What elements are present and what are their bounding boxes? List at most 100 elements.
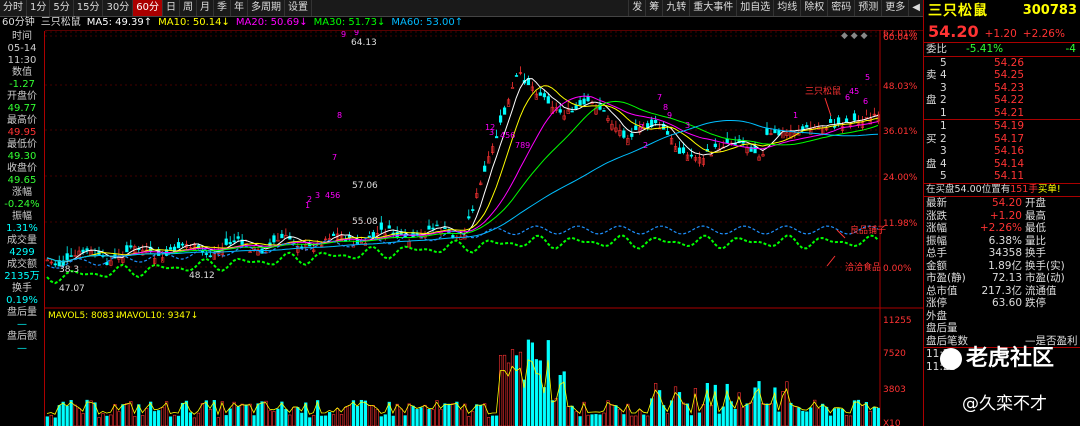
volume-bar bbox=[856, 399, 861, 426]
count-label: 3 bbox=[489, 128, 494, 137]
candle bbox=[570, 110, 574, 113]
volume-bar bbox=[836, 408, 841, 426]
book-level: 5 bbox=[940, 56, 947, 69]
tool-button-1[interactable]: 筹 bbox=[645, 0, 662, 16]
candle bbox=[248, 251, 252, 253]
tool-button-9[interactable]: 更多 bbox=[881, 0, 908, 16]
stat-label: 涨幅 bbox=[926, 222, 947, 234]
stat-label2: 最高 bbox=[1025, 209, 1046, 222]
book-level: 2 bbox=[940, 132, 947, 145]
volume-bar bbox=[419, 407, 423, 426]
tool-button-2[interactable]: 九转 bbox=[662, 0, 689, 16]
candle bbox=[45, 259, 49, 262]
volume-bar bbox=[53, 417, 57, 426]
info-label-6: 振幅 bbox=[12, 211, 32, 222]
candle bbox=[236, 236, 240, 239]
buy-book: 1 54.19 买 2 54.17 3 54.16 盘 4 54.14 5 54.11 bbox=[924, 120, 1080, 184]
info-label-7: 成交量 bbox=[7, 235, 37, 246]
period-tab-6[interactable]: 日 bbox=[163, 0, 180, 16]
stat-value: +2.26% bbox=[979, 222, 1022, 234]
info-label-4: 收盘价 bbox=[7, 163, 37, 174]
volume-bar bbox=[721, 406, 725, 426]
stat-row: 振幅 6.38% 量比 bbox=[924, 235, 1080, 248]
volume-bar bbox=[57, 405, 61, 426]
sellbook-row[interactable]: 1 54.21 bbox=[924, 107, 1080, 120]
volume-bar bbox=[296, 407, 300, 426]
book-level: 4 bbox=[940, 69, 947, 81]
tool-button-0[interactable]: 发 bbox=[628, 0, 645, 16]
buybook-row[interactable]: 3 54.16 bbox=[924, 145, 1080, 158]
stat-value bbox=[972, 310, 1022, 323]
candle bbox=[681, 147, 686, 154]
period-tab-5[interactable]: 60分 bbox=[133, 0, 163, 16]
price-change: +1.20 bbox=[984, 28, 1017, 40]
volume-bar bbox=[399, 408, 403, 426]
candle bbox=[427, 225, 431, 230]
sellbook-row[interactable]: 盘 2 54.22 bbox=[924, 94, 1080, 107]
tool-button-7[interactable]: 密码 bbox=[827, 0, 854, 16]
candle bbox=[574, 105, 578, 110]
volume-bar bbox=[260, 401, 264, 426]
volume-bar bbox=[423, 404, 427, 426]
arrow-icon bbox=[824, 97, 832, 117]
volume-bar bbox=[451, 403, 455, 426]
book-price: 54.14 bbox=[993, 157, 1024, 170]
tool-button-6[interactable]: 除权 bbox=[800, 0, 827, 16]
period-tab-1[interactable]: 1分 bbox=[27, 0, 51, 16]
tool-button-3[interactable]: 重大事件 bbox=[689, 0, 736, 16]
period-tab-3[interactable]: 15分 bbox=[74, 0, 104, 16]
buybook-row[interactable]: 1 54.19 bbox=[924, 120, 1080, 133]
tool-button-4[interactable]: 加自选 bbox=[736, 0, 773, 16]
sellbook-row[interactable]: 卖 4 54.25 bbox=[924, 69, 1080, 82]
period-tab-4[interactable]: 30分 bbox=[103, 0, 134, 16]
collapse-arrow-icon[interactable]: ◀ bbox=[908, 0, 923, 16]
axis-tick-label: 60.04% bbox=[883, 33, 918, 43]
volume-bar bbox=[216, 417, 220, 426]
buybook-row[interactable]: 5 54.11 bbox=[924, 170, 1080, 183]
stat-value: +1.20 bbox=[989, 209, 1022, 222]
tool-button-8[interactable]: 预测 bbox=[854, 0, 881, 16]
kline-chart[interactable]: 62.01%60.04%48.03%36.01%24.00%11.98%0.00… bbox=[45, 30, 923, 426]
volume-bar bbox=[554, 398, 558, 426]
period-tab-7[interactable]: 周 bbox=[180, 0, 197, 16]
buybook-row[interactable]: 买 2 54.17 bbox=[924, 133, 1080, 146]
volume-bar bbox=[168, 416, 173, 426]
volume-bar bbox=[809, 407, 813, 426]
count-label: 7 bbox=[639, 123, 644, 132]
period-tab-10[interactable]: 年 bbox=[231, 0, 248, 16]
volume-bar bbox=[141, 415, 145, 426]
book-side-label: 盘 bbox=[926, 94, 937, 106]
stat-label: 总手 bbox=[926, 247, 947, 259]
high-price-label: 64.13 bbox=[351, 38, 377, 48]
book-side-label bbox=[926, 82, 940, 95]
book-price: 54.11 bbox=[993, 170, 1024, 182]
volume-bar bbox=[459, 409, 463, 426]
period-tab-0[interactable]: 分时 bbox=[0, 0, 27, 16]
volume-bar bbox=[546, 340, 550, 426]
period-tab-12[interactable]: 设置 bbox=[285, 0, 312, 16]
count-label: 9 bbox=[667, 111, 672, 120]
volume-bar bbox=[161, 407, 165, 426]
stat-row: 总市值 217.3亿 流通值 bbox=[924, 285, 1080, 298]
ma20-label: MA20: 50.69↓ bbox=[235, 17, 308, 28]
stat-value: 1.89亿 bbox=[988, 259, 1022, 272]
period-tab-9[interactable]: 季 bbox=[214, 0, 231, 16]
volume-bar bbox=[606, 400, 610, 426]
watermark-user: @久栾不才 bbox=[962, 394, 1047, 414]
period-tab-8[interactable]: 月 bbox=[197, 0, 214, 16]
candle bbox=[542, 93, 546, 98]
volume-bar bbox=[574, 411, 578, 426]
period-tab-11[interactable]: 多周期 bbox=[248, 0, 285, 16]
tool-button-5[interactable]: 均线 bbox=[773, 0, 800, 16]
stock-header: 三只松鼠 300783 bbox=[924, 0, 1080, 20]
sellbook-row[interactable]: 3 54.23 bbox=[924, 82, 1080, 95]
stat-label: 涨跌 bbox=[926, 209, 947, 222]
count-label: 456 bbox=[325, 191, 340, 200]
sellbook-row[interactable]: 5 54.26 bbox=[924, 57, 1080, 70]
ma10-line bbox=[46, 85, 879, 263]
buybook-row[interactable]: 盘 4 54.14 bbox=[924, 158, 1080, 171]
volume-bar bbox=[487, 417, 491, 426]
period-tab-2[interactable]: 5分 bbox=[50, 0, 74, 16]
volume-bar bbox=[817, 408, 821, 426]
stat-label: 盘后量 bbox=[926, 322, 958, 334]
